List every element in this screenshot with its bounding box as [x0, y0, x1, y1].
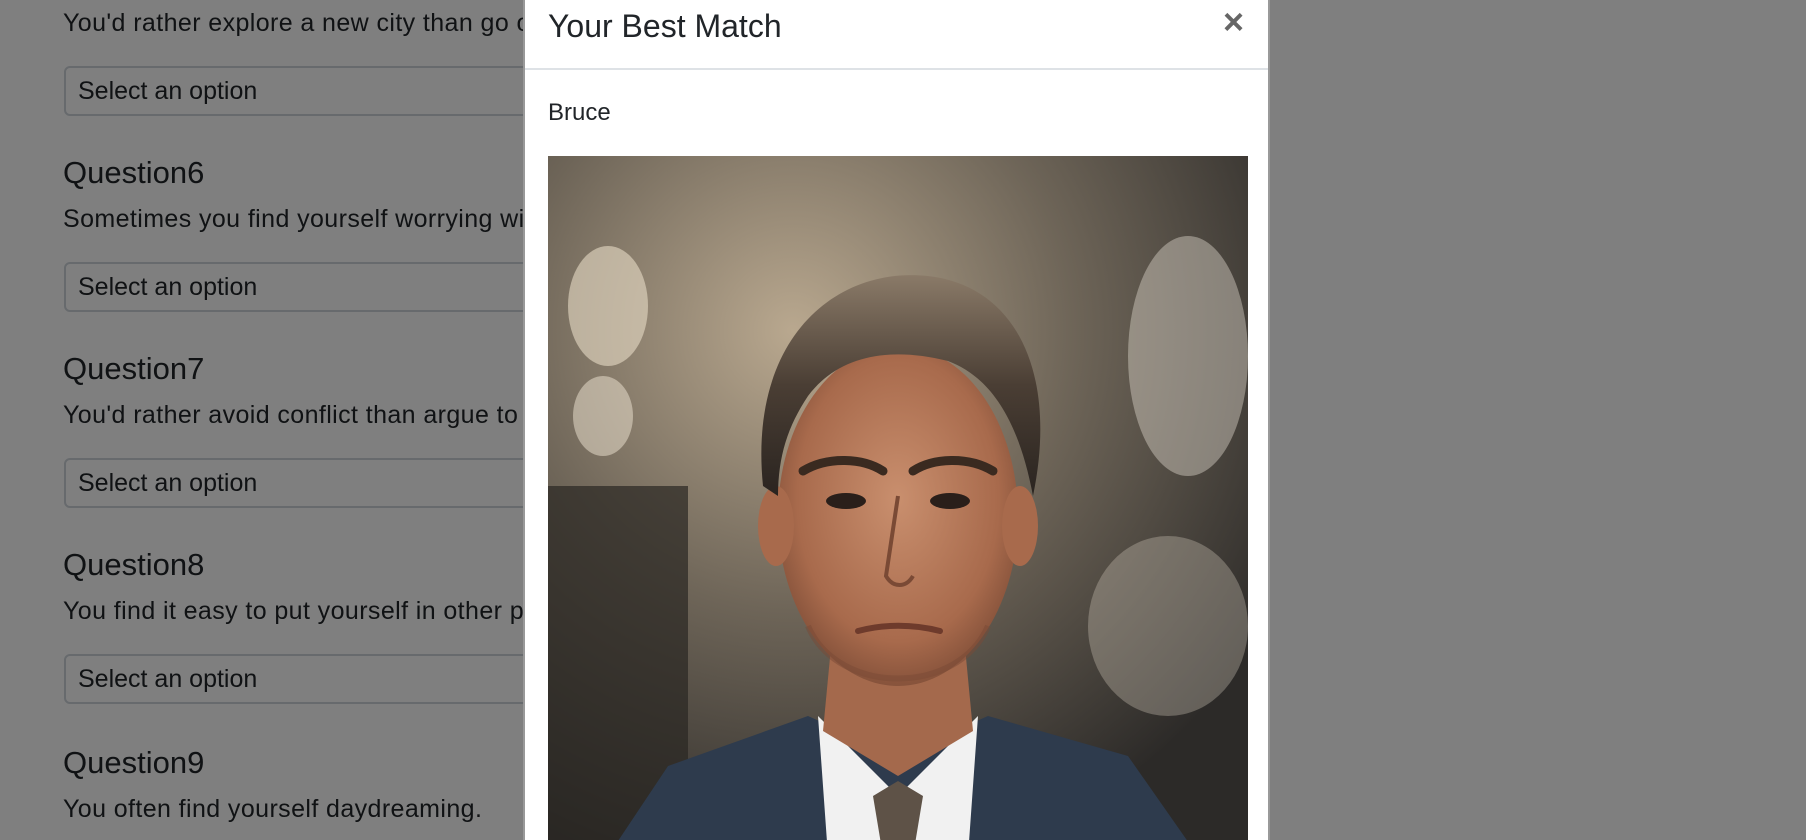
modal-header: Your Best Match ×: [525, 0, 1268, 70]
match-name: Bruce: [548, 99, 611, 126]
person-portrait-photo: [548, 156, 1248, 840]
best-match-modal: Your Best Match × Bruce: [523, 0, 1270, 840]
close-icon[interactable]: ×: [1223, 4, 1244, 40]
modal-title: Your Best Match: [548, 8, 782, 44]
